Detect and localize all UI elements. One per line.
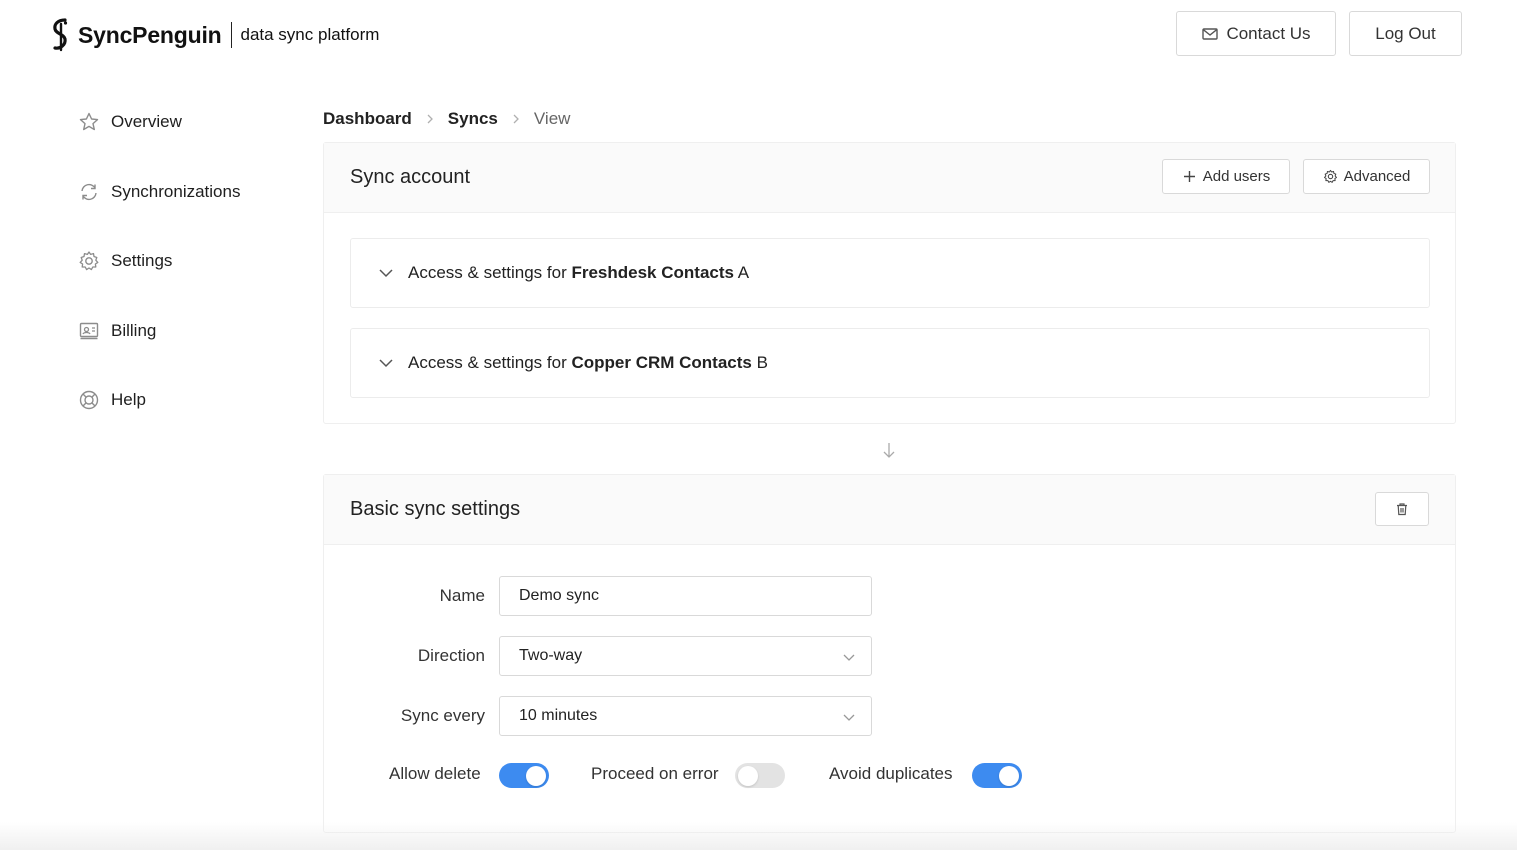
proceed-on-error-toggle[interactable] <box>735 763 785 788</box>
sync-account-header: Sync account Add users Advanced <box>324 143 1455 213</box>
mail-icon <box>1202 27 1219 40</box>
chevron-down-icon <box>379 359 393 368</box>
panel-suffix: B <box>756 353 768 372</box>
allow-delete-toggle[interactable] <box>499 763 549 788</box>
chevron-right-icon <box>427 114 433 124</box>
sidebar-item-label: Overview <box>111 112 182 131</box>
sync-account-title: Sync account <box>350 166 471 188</box>
basic-sync-settings-card: Basic sync settings Name Direction Two-w… <box>323 474 1456 833</box>
direction-value: Two-way <box>519 647 583 664</box>
brand-tagline: data sync platform <box>240 25 380 44</box>
chevron-down-icon <box>843 714 855 721</box>
top-header: SyncPenguin data sync platform Contact U… <box>0 0 1517 70</box>
gear-icon <box>79 251 99 271</box>
bottom-scroll-shade <box>0 822 1517 850</box>
toggle-knob <box>526 765 546 786</box>
access-panel-a[interactable]: Access & settings for Freshdesk Contacts… <box>350 238 1430 308</box>
arrow-down-icon <box>883 443 895 458</box>
sync-every-select[interactable]: 10 minutes <box>499 696 872 736</box>
sidebar-item-synchronizations[interactable]: Synchronizations <box>78 170 318 214</box>
sync-every-row: Sync every 10 minutes <box>324 696 1457 736</box>
proceed-on-error-label: Proceed on error <box>591 764 719 783</box>
brand-logo[interactable]: SyncPenguin data sync platform <box>48 18 379 52</box>
basic-settings-title: Basic sync settings <box>350 498 521 520</box>
breadcrumb-syncs[interactable]: Syncs <box>448 109 498 129</box>
brand-name: SyncPenguin <box>78 21 222 48</box>
toggle-knob <box>999 765 1019 786</box>
chevron-down-icon <box>843 654 855 661</box>
sync-every-label: Sync every <box>400 706 485 725</box>
advanced-label: Advanced <box>1343 168 1411 185</box>
panel-app-name: Freshdesk Contacts <box>571 263 734 282</box>
add-users-label: Add users <box>1202 168 1271 185</box>
sidebar-item-label: Synchronizations <box>111 181 241 201</box>
delete-sync-button[interactable] <box>1375 492 1429 526</box>
toggle-knob <box>738 765 758 786</box>
sync-every-value: 10 minutes <box>519 707 598 724</box>
contact-us-button[interactable]: Contact Us <box>1176 11 1336 56</box>
sync-icon <box>81 183 97 200</box>
breadcrumb: Dashboard Syncs View <box>323 107 570 131</box>
sidebar-item-settings[interactable]: Settings <box>78 239 318 283</box>
sidebar-item-billing[interactable]: Billing <box>78 309 318 353</box>
panel-prefix: Access & settings for <box>408 353 567 372</box>
sidebar: Overview Synchronizations Settings Billi… <box>78 100 318 448</box>
log-out-button[interactable]: Log Out <box>1349 11 1462 56</box>
sync-account-card: Sync account Add users Advanced Access &… <box>323 142 1456 424</box>
gear-icon <box>1323 169 1337 183</box>
chevron-down-icon <box>379 269 393 278</box>
sidebar-item-overview[interactable]: Overview <box>78 100 318 144</box>
star-icon <box>79 112 99 131</box>
sidebar-item-label: Settings <box>111 251 173 271</box>
breadcrumb-dashboard[interactable]: Dashboard <box>323 109 412 129</box>
plus-icon <box>1183 171 1195 182</box>
lifebuoy-icon <box>79 391 99 410</box>
avoid-duplicates-label: Avoid duplicates <box>829 764 953 783</box>
direction-select[interactable]: Two-way <box>499 636 872 676</box>
direction-label: Direction <box>417 646 485 665</box>
sidebar-item-label: Help <box>111 390 146 410</box>
advanced-button[interactable]: Advanced <box>1303 159 1430 194</box>
panel-prefix: Access & settings for <box>408 263 567 282</box>
penguin-s-logo-icon <box>53 18 68 52</box>
avoid-duplicates-toggle[interactable] <box>972 763 1022 788</box>
panel-app-name: Copper CRM Contacts <box>571 353 752 372</box>
access-panel-a-text: Access & settings for Freshdesk Contacts… <box>408 263 749 283</box>
contact-us-label: Contact Us <box>1226 23 1311 43</box>
name-row: Name <box>324 576 1457 616</box>
sidebar-item-label: Billing <box>111 320 157 340</box>
sidebar-item-help[interactable]: Help <box>78 378 318 422</box>
allow-delete-label: Allow delete <box>389 764 481 783</box>
trash-icon <box>1397 503 1407 516</box>
access-panel-b[interactable]: Access & settings for Copper CRM Contact… <box>350 328 1430 398</box>
basic-settings-header: Basic sync settings <box>324 475 1455 545</box>
name-input[interactable] <box>499 576 872 616</box>
add-users-button[interactable]: Add users <box>1162 159 1290 194</box>
breadcrumb-view: View <box>533 109 571 128</box>
direction-row: Direction Two-way <box>324 636 1457 676</box>
billing-icon <box>79 322 99 339</box>
access-panel-b-text: Access & settings for Copper CRM Contact… <box>408 353 768 373</box>
brand-divider <box>230 22 232 48</box>
name-label: Name <box>439 586 485 605</box>
chevron-right-icon <box>513 114 519 124</box>
toggles-row: Allow delete Proceed on error Avoid dupl… <box>324 755 1457 795</box>
panel-suffix: A <box>737 263 750 282</box>
log-out-label: Log Out <box>1375 23 1436 43</box>
